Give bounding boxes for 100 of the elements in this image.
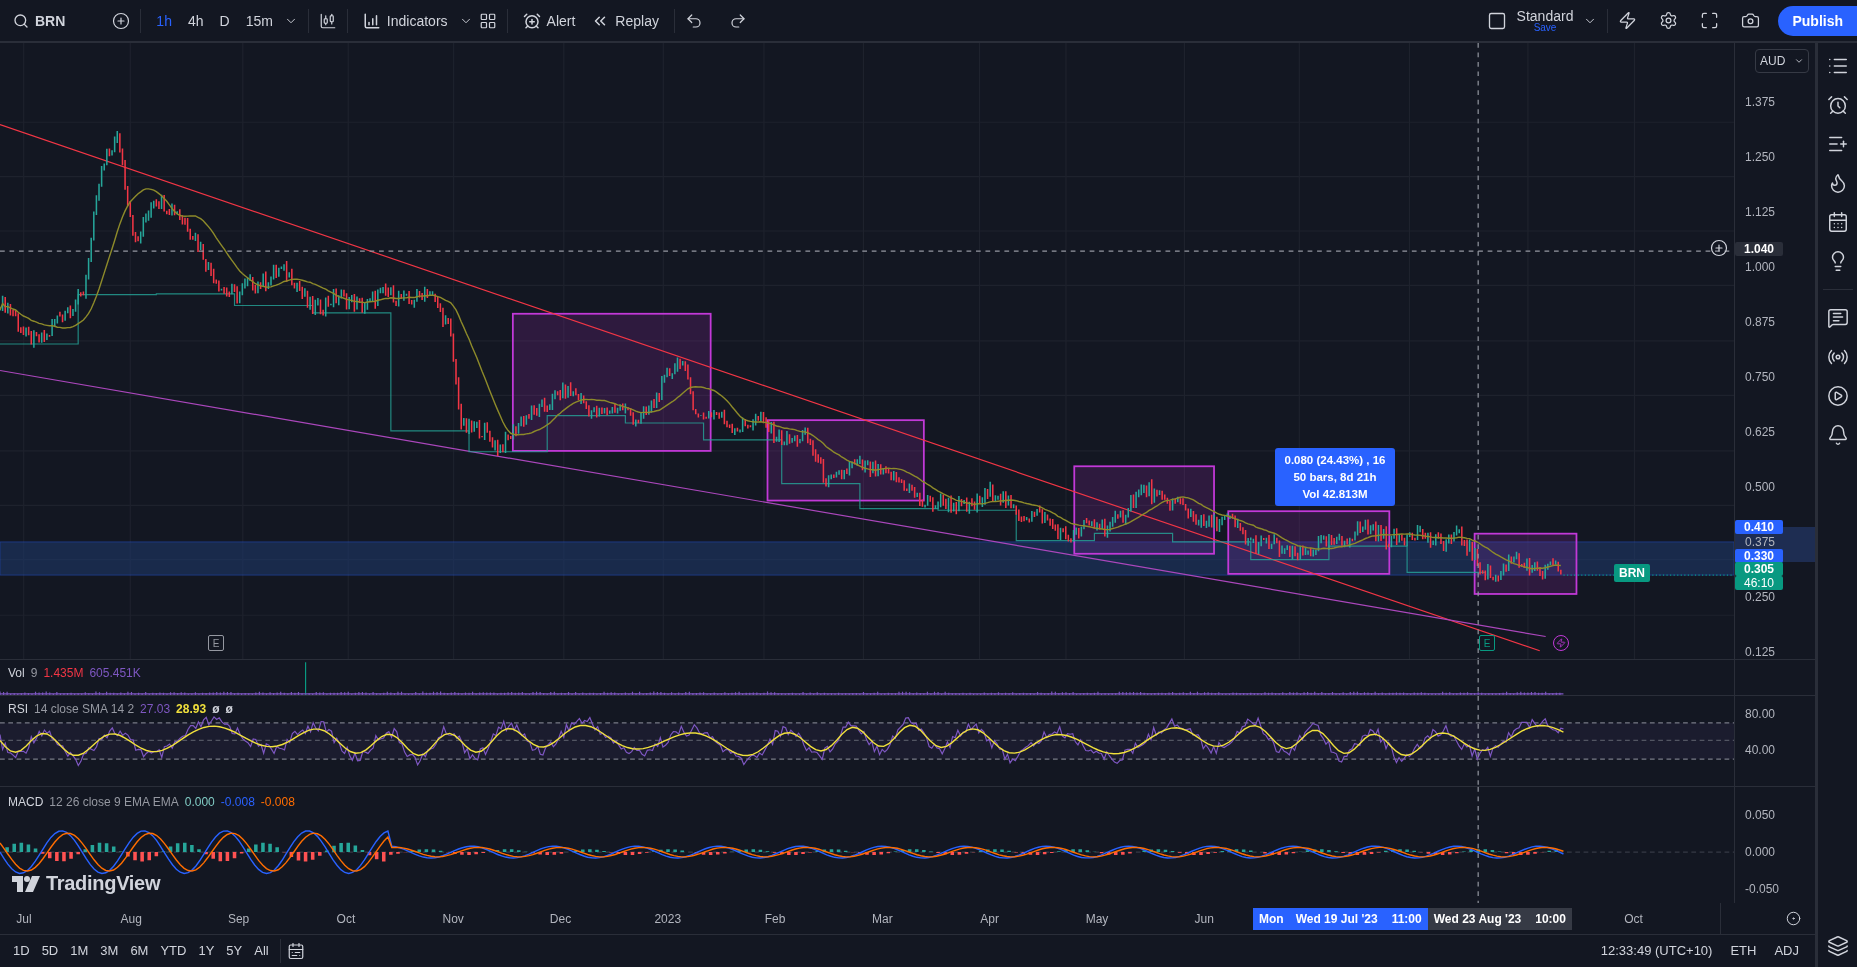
grid-icon[interactable] xyxy=(478,11,497,30)
redo-icon[interactable] xyxy=(728,11,747,30)
indicator-params: 9 xyxy=(30,666,38,680)
month-label: Dec xyxy=(549,912,572,926)
add-icon[interactable] xyxy=(1710,239,1728,258)
highlight-rectangle[interactable] xyxy=(766,419,925,502)
fullscreen-icon[interactable] xyxy=(1700,11,1720,30)
price-tick: 0.375 xyxy=(1745,536,1776,548)
range-button[interactable]: 1D xyxy=(8,940,35,961)
indicators-button[interactable]: Indicators xyxy=(357,7,453,34)
macd-tick: 0.000 xyxy=(1745,846,1776,858)
currency-dropdown[interactable]: AUD xyxy=(1755,49,1809,73)
indicator-value: ø xyxy=(225,702,233,716)
range-price-label: 0.410 xyxy=(1735,519,1783,534)
price-tick: 0.625 xyxy=(1745,426,1776,438)
macd-tick: 0.050 xyxy=(1745,809,1776,821)
indicator-value: ø xyxy=(212,702,220,716)
rsi-tick: 80.00 xyxy=(1745,708,1776,720)
range-button[interactable]: 1Y xyxy=(193,940,220,961)
range-button[interactable]: 5D xyxy=(36,940,64,961)
month-label: Oct xyxy=(336,912,356,926)
session-button[interactable]: ETH xyxy=(1722,943,1765,958)
price-tick: 0.875 xyxy=(1745,316,1776,328)
month-label: Jul xyxy=(16,912,32,926)
tooltip-line: Vol 42.813M xyxy=(1302,488,1368,500)
range-button[interactable]: 1M xyxy=(65,940,94,961)
square-icon[interactable] xyxy=(1486,10,1507,31)
bar-chart-icon xyxy=(362,11,381,30)
price-tick: 0.250 xyxy=(1745,591,1776,603)
month-label: Feb xyxy=(764,912,786,926)
earnings-marker[interactable]: E xyxy=(208,635,224,651)
replay-button[interactable]: Replay xyxy=(586,7,664,34)
logo-icon xyxy=(12,875,40,892)
indicator-params: 12 26 close 9 EMA EMA xyxy=(49,795,179,809)
interval-tab[interactable]: 15m xyxy=(240,8,278,33)
earnings-marker[interactable]: E xyxy=(1479,635,1495,651)
symbol-tag: BRN xyxy=(1614,563,1650,582)
highlight-rectangle[interactable] xyxy=(511,312,712,452)
range-button[interactable]: 6M xyxy=(125,940,154,961)
highlight-rectangle[interactable] xyxy=(1473,532,1578,595)
indicator-value: 28.93 xyxy=(176,702,207,716)
chevron-down-icon xyxy=(1794,56,1804,66)
alarm-clock-icon[interactable] xyxy=(1826,94,1849,116)
chat-icon[interactable] xyxy=(1826,307,1849,329)
circle-dot-icon[interactable] xyxy=(1786,911,1801,926)
interval-tab[interactable]: 1h xyxy=(151,8,177,33)
time-text: 11:00 xyxy=(1391,912,1422,926)
camera-icon[interactable] xyxy=(1741,11,1761,30)
range-button[interactable]: YTD xyxy=(155,940,192,961)
trend-line[interactable] xyxy=(0,369,1547,638)
interval-tab[interactable]: D xyxy=(214,8,235,33)
indicator-value: 1.435M xyxy=(43,666,84,680)
undo-icon[interactable] xyxy=(684,11,703,30)
alarm-clock-icon xyxy=(522,11,541,30)
month-label: Mar xyxy=(872,912,893,926)
settings-icon[interactable] xyxy=(1659,11,1679,30)
trend-line[interactable] xyxy=(0,124,1541,652)
indicator-name: MACD xyxy=(8,795,44,809)
month-label: 2023 xyxy=(654,912,682,926)
macd-tick: -0.050 xyxy=(1745,883,1780,895)
range-button[interactable]: All xyxy=(249,940,274,961)
tooltip-line: 0.080 (24.43%) , 16 xyxy=(1284,454,1386,466)
add-symbol-icon[interactable] xyxy=(112,11,131,30)
time-text: 10:00 xyxy=(1535,912,1566,926)
price-tick: 1.250 xyxy=(1745,151,1776,163)
indicator-value: 27.03 xyxy=(140,702,171,716)
price-range-band[interactable] xyxy=(0,541,1734,576)
price-tick: 1.125 xyxy=(1745,206,1776,218)
candlestick-icon[interactable] xyxy=(318,11,337,30)
adjust-button[interactable]: ADJ xyxy=(1766,943,1807,958)
date-text: Mon xyxy=(1259,912,1284,926)
symbol-search[interactable]: BRN xyxy=(8,8,71,33)
layout-button[interactable]: Standard Save xyxy=(1512,8,1578,33)
date-text: Wed 23 Aug '23 xyxy=(1433,912,1522,926)
highlight-rectangle[interactable] xyxy=(1073,465,1215,555)
bell-icon[interactable] xyxy=(1826,424,1849,446)
highlight-rectangle[interactable] xyxy=(1227,510,1391,575)
range-button[interactable]: 5Y xyxy=(221,940,248,961)
month-label: Nov xyxy=(442,912,464,926)
alert-button[interactable]: Alert xyxy=(517,7,581,34)
crosshair-price-label: 1.040 xyxy=(1735,242,1783,257)
calendar-icon[interactable] xyxy=(1826,211,1849,233)
logo-text: TradingView xyxy=(46,872,161,895)
range-button[interactable]: 3M xyxy=(95,940,124,961)
indicator-name: RSI xyxy=(8,702,28,716)
interval-tab[interactable]: 4h xyxy=(182,8,209,33)
month-label: Apr xyxy=(980,912,1000,926)
play-icon[interactable] xyxy=(1826,385,1849,407)
publish-button[interactable]: Publish xyxy=(1778,5,1857,36)
clock-text[interactable]: 12:33:49 (UTC+10) xyxy=(1592,943,1721,958)
lightning-icon[interactable] xyxy=(1618,11,1638,30)
layers-icon[interactable] xyxy=(1826,935,1849,957)
date-text: Wed 19 Jul '23 xyxy=(1295,912,1378,926)
price-tick: 1.375 xyxy=(1745,96,1776,108)
month-label: Aug xyxy=(120,912,142,926)
month-label: May xyxy=(1085,912,1109,926)
calendar-icon[interactable] xyxy=(286,941,305,960)
indicator-params: 14 close SMA 14 2 xyxy=(34,702,135,716)
price-tick: 1.000 xyxy=(1745,261,1776,273)
price-tick: 0.125 xyxy=(1745,646,1776,658)
